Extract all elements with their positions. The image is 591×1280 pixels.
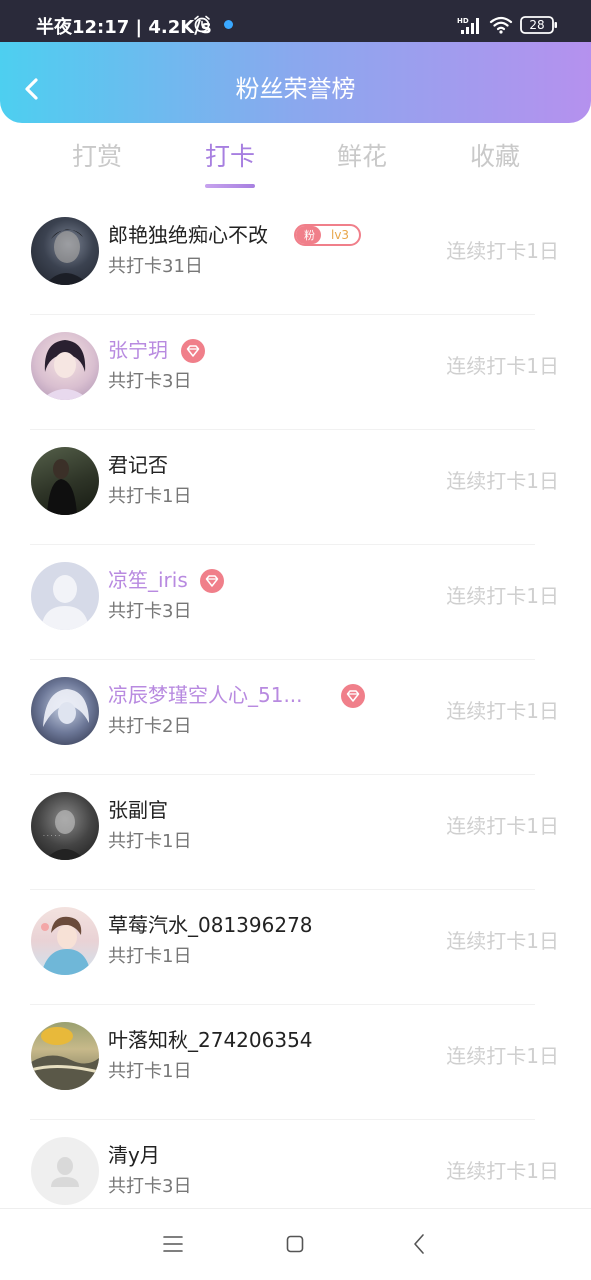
menu-icon[interactable] xyxy=(163,1235,183,1253)
wifi-icon xyxy=(489,16,513,34)
avatar[interactable] xyxy=(31,1022,99,1090)
diamond-badge-icon xyxy=(200,569,224,593)
tab-flowers[interactable]: 鲜花 xyxy=(307,136,417,178)
checkin-total: 共打卡3日 xyxy=(108,1176,192,1197)
list-item[interactable]: 郎艳独绝痴心不改 粉 lv3 共打卡31日 连续打卡1日 xyxy=(0,200,591,315)
checkin-total: 共打卡1日 xyxy=(108,946,192,967)
home-icon[interactable] xyxy=(286,1235,304,1253)
checkin-streak: 连续打卡1日 xyxy=(446,354,559,378)
tab-checkin-label: 打卡 xyxy=(204,142,255,171)
tab-favorites[interactable]: 收藏 xyxy=(440,136,550,178)
fan-name: 草莓汽水_081396278 xyxy=(108,913,313,937)
avatar[interactable] xyxy=(31,447,99,515)
checkin-total: 共打卡2日 xyxy=(108,716,192,737)
fan-name: 君记否 xyxy=(108,453,168,477)
list-item[interactable]: 凉笙_iris 共打卡3日 连续打卡1日 xyxy=(0,545,591,660)
checkin-streak: 连续打卡1日 xyxy=(446,239,559,263)
notification-dot-icon xyxy=(224,20,233,29)
battery-level: 28 xyxy=(529,18,545,32)
list-item[interactable]: 叶落知秋_274206354 共打卡1日 连续打卡1日 xyxy=(0,1005,591,1120)
battery-icon: 28 xyxy=(520,16,558,34)
list-item[interactable]: 张宁玥 共打卡3日 连续打卡1日 xyxy=(0,315,591,430)
avatar[interactable]: · · · · · xyxy=(31,792,99,860)
svg-text:· · · · ·: · · · · · xyxy=(43,833,60,840)
fan-name: 凉辰梦瑾空人心_51... xyxy=(108,683,303,707)
avatar[interactable] xyxy=(31,1137,99,1205)
fan-name: 叶落知秋_274206354 xyxy=(108,1028,313,1052)
fan-name: 凉笙_iris xyxy=(108,568,188,592)
list-item[interactable]: 草莓汽水_081396278 共打卡1日 连续打卡1日 xyxy=(0,890,591,1005)
signal-icon: HD xyxy=(457,17,479,34)
fan-name: 郎艳独绝痴心不改 xyxy=(108,223,268,247)
checkin-streak: 连续打卡1日 xyxy=(446,1044,559,1068)
page-title: 粉丝荣誉榜 xyxy=(235,75,356,103)
avatar[interactable] xyxy=(31,332,99,400)
checkin-streak: 连续打卡1日 xyxy=(446,1159,559,1183)
diamond-badge-icon xyxy=(181,339,205,363)
checkin-streak: 连续打卡1日 xyxy=(446,469,559,493)
fan-name: 清y月 xyxy=(108,1143,160,1167)
list-item[interactable]: 君记否 共打卡1日 连续打卡1日 xyxy=(0,430,591,545)
tab-reward[interactable]: 打赏 xyxy=(42,136,152,178)
checkin-streak: 连续打卡1日 xyxy=(446,584,559,608)
checkin-total: 共打卡3日 xyxy=(108,371,192,392)
avatar[interactable] xyxy=(31,217,99,285)
checkin-total: 共打卡31日 xyxy=(108,256,203,277)
alarm-icon xyxy=(194,15,210,33)
status-time: 半夜12:17 | 4.2K/s xyxy=(36,17,212,38)
tab-checkin[interactable]: 打卡 xyxy=(175,136,285,188)
checkin-total: 共打卡3日 xyxy=(108,601,192,622)
checkin-streak: 连续打卡1日 xyxy=(446,929,559,953)
network-type-text: HD xyxy=(457,17,469,25)
fan-badge-level: lv3 xyxy=(331,228,350,242)
list-item[interactable]: 凉辰梦瑾空人心_51... 共打卡2日 连续打卡1日 xyxy=(0,660,591,775)
back-nav-icon[interactable] xyxy=(412,1233,426,1255)
status-bar: 半夜12:17 | 4.2K/s HD 28 xyxy=(0,0,591,42)
header-bar: 半夜12:17 | 4.2K/s HD 28 粉丝荣誉榜 xyxy=(0,0,591,123)
checkin-streak: 连续打卡1日 xyxy=(446,814,559,838)
fan-name: 张宁玥 xyxy=(108,338,168,362)
tab-active-indicator xyxy=(205,184,255,188)
fan-name: 张副官 xyxy=(108,798,168,822)
fan-level-badge: 粉 lv3 xyxy=(294,224,362,246)
avatar[interactable] xyxy=(31,677,99,745)
tab-bar: 打赏 打卡 鲜花 收藏 xyxy=(0,136,591,190)
system-nav-bar xyxy=(0,1208,591,1280)
checkin-total: 共打卡1日 xyxy=(108,1061,192,1082)
checkin-streak: 连续打卡1日 xyxy=(446,699,559,723)
diamond-badge-icon xyxy=(341,684,365,708)
checkin-total: 共打卡1日 xyxy=(108,486,192,507)
avatar[interactable] xyxy=(31,907,99,975)
fan-badge-label: 粉 xyxy=(296,226,321,244)
list-item[interactable]: · · · · · 张副官 共打卡1日 连续打卡1日 xyxy=(0,775,591,890)
avatar[interactable] xyxy=(31,562,99,630)
checkin-total: 共打卡1日 xyxy=(108,831,192,852)
